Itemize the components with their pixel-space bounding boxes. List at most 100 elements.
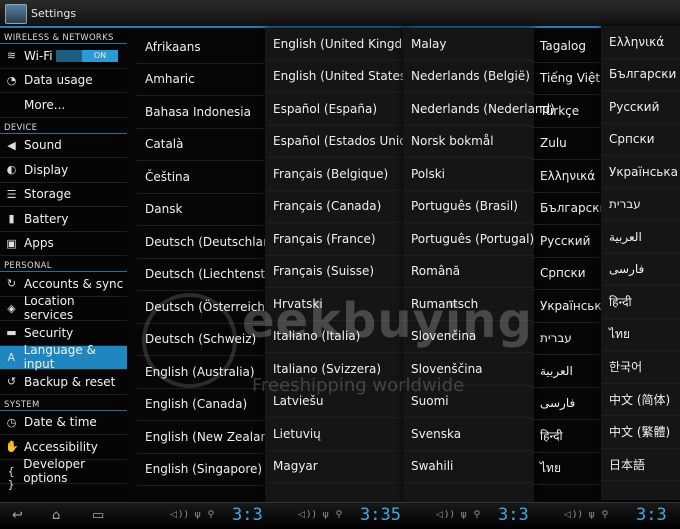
sidebar-item[interactable]: ☰ Storage xyxy=(0,183,127,207)
sidebar-item[interactable]: ◔ Data usage xyxy=(0,69,127,93)
language-option[interactable]: ไทย xyxy=(532,453,605,485)
language-option[interactable]: हिन्दी xyxy=(601,286,680,319)
language-option[interactable]: English (Canada) xyxy=(137,389,271,421)
language-option[interactable]: Română xyxy=(403,256,534,288)
language-option[interactable]: Tagalog xyxy=(532,30,605,63)
language-option[interactable]: Български xyxy=(532,193,607,225)
sidebar-item[interactable]: ✋ Accessibility xyxy=(0,435,127,460)
language-column: Malay Nederlands (België) Nederlands (Nede… xyxy=(403,28,555,502)
sidebar-item[interactable]: ↻ Accounts & sync xyxy=(0,272,127,297)
recent-apps-icon[interactable]: ▭ xyxy=(92,508,104,523)
language-option[interactable]: Deutsch (Österreich) xyxy=(137,291,271,324)
language-option[interactable]: فارسی xyxy=(601,254,680,286)
language-option[interactable]: עברית xyxy=(601,189,680,221)
language-option[interactable]: Magyar xyxy=(265,451,408,483)
language-option[interactable]: Español (España) xyxy=(265,93,408,126)
language-option[interactable]: Български xyxy=(601,59,680,91)
language-option[interactable]: Српски xyxy=(601,124,680,156)
language-option[interactable]: Türkçe xyxy=(532,95,605,128)
language-option[interactable]: Українська xyxy=(601,156,680,189)
language-column: English (United Kingdom) English (United … xyxy=(265,28,426,502)
language-option[interactable]: Suomi xyxy=(403,386,534,418)
sidebar-item[interactable]: ↺ Backup & reset xyxy=(0,370,127,395)
language-option[interactable]: हिन्दी xyxy=(532,420,605,453)
language-option[interactable]: Bahasa Indonesia xyxy=(137,96,271,129)
language-option[interactable]: Zulu xyxy=(532,128,605,160)
sidebar-item[interactable]: ≋ Wi-Fi ON xyxy=(0,44,127,69)
language-option[interactable]: Italiano (Svizzera) xyxy=(265,353,408,386)
language-option[interactable]: English (New Zealand) xyxy=(137,421,280,454)
back-icon[interactable]: ↩ xyxy=(12,508,23,523)
language-option[interactable]: Hrvatski xyxy=(265,288,408,321)
language-option[interactable]: Русский xyxy=(532,225,605,258)
language-option[interactable]: ไทย xyxy=(601,319,680,351)
language-option[interactable]: Français (Belgique) xyxy=(265,158,408,191)
settings-app-icon[interactable] xyxy=(5,4,27,24)
language-option[interactable]: Slovenčina xyxy=(403,321,534,353)
sidebar-item[interactable]: More... xyxy=(0,93,127,118)
language-option[interactable]: Français (Suisse) xyxy=(265,256,408,288)
language-option[interactable]: Swahili xyxy=(403,451,534,483)
language-option[interactable]: Amharic xyxy=(137,64,271,96)
language-option[interactable]: Slovenščina xyxy=(403,353,534,386)
sidebar-item[interactable]: { } Developer options xyxy=(0,457,127,491)
language-option[interactable]: Nederlands (België) xyxy=(403,61,534,93)
language-option[interactable]: Italiano (Italia) xyxy=(265,321,408,353)
language-option[interactable]: Ελληνικά xyxy=(601,26,680,59)
language-option[interactable]: Svenska xyxy=(403,418,534,451)
sidebar-item[interactable]: ◷ Date & time xyxy=(0,411,127,435)
language-option[interactable]: Deutsch (Deutschland) xyxy=(137,226,283,259)
language-option[interactable]: Rumantsch xyxy=(403,288,534,321)
language-option[interactable]: Português (Brasil) xyxy=(403,191,534,223)
home-icon[interactable]: ⌂ xyxy=(52,508,60,523)
language-option[interactable]: Afrikaans xyxy=(137,31,271,64)
language-option[interactable]: Українська xyxy=(532,290,609,323)
language-option[interactable]: Tiếng Việt xyxy=(532,63,605,95)
developer-icon: { } xyxy=(7,464,15,491)
language-option[interactable]: Ελληνικά xyxy=(532,160,605,193)
language-option[interactable]: Deutsch (Liechtenstein) xyxy=(137,259,288,291)
language-option[interactable]: 한국어 xyxy=(601,351,680,384)
wifi-toggle[interactable]: ON xyxy=(56,50,118,62)
language-option[interactable]: Español (Estados Unidos) xyxy=(265,126,425,158)
language-option[interactable]: Latviešu xyxy=(265,386,408,418)
language-option[interactable]: English (Singapore) xyxy=(137,454,271,486)
language-option[interactable]: Русский xyxy=(601,91,680,124)
sidebar-section-header: SYSTEM xyxy=(0,395,127,411)
language-option[interactable]: Lietuvių xyxy=(265,418,408,451)
sidebar-section-header: PERSONAL xyxy=(0,256,127,272)
language-option[interactable]: Polski xyxy=(403,158,534,191)
language-option[interactable]: Čeština xyxy=(137,161,271,194)
language-option[interactable]: Dansk xyxy=(137,194,271,226)
sidebar-item-label: Developer options xyxy=(23,457,85,486)
language-option[interactable]: Français (France) xyxy=(265,223,408,256)
language-option[interactable]: 日本語 xyxy=(601,449,680,481)
language-option[interactable]: 中文 (繁體) xyxy=(601,416,680,449)
sidebar-item[interactable]: ◐ Display xyxy=(0,158,127,183)
language-option[interactable]: Deutsch (Schweiz) xyxy=(137,324,271,356)
language-option[interactable]: עברית xyxy=(532,323,605,355)
sidebar-item[interactable]: ▮ Battery xyxy=(0,207,127,232)
language-option[interactable]: Српски xyxy=(532,258,605,290)
language-option[interactable]: English (United States) xyxy=(265,61,411,93)
language-option[interactable]: فارسی xyxy=(532,388,605,420)
sidebar-item[interactable]: ▬ Security xyxy=(0,321,127,346)
language-option[interactable]: 中文 (简体) xyxy=(601,384,680,416)
language-option[interactable]: Français (Canada) xyxy=(265,191,408,223)
sidebar-item[interactable]: ◈ Location services xyxy=(0,294,127,322)
language-option[interactable]: English (Australia) xyxy=(137,356,271,389)
sidebar-item[interactable]: ▣ Apps xyxy=(0,232,127,256)
language-option[interactable]: Português (Portugal) xyxy=(403,223,534,256)
language-option[interactable]: العربية xyxy=(601,221,680,254)
sidebar-item-label: Accessibility xyxy=(24,439,98,454)
language-option[interactable]: Català xyxy=(137,129,271,161)
language-option[interactable]: العربية xyxy=(532,355,605,388)
sidebar-item[interactable]: A Language & input xyxy=(0,343,127,371)
language-option[interactable]: Malay xyxy=(403,28,534,61)
language-option[interactable]: Norsk bokmål xyxy=(403,126,534,158)
sidebar-item-label: Security xyxy=(24,325,74,340)
language-option[interactable]: English (United Kingdom) xyxy=(265,28,426,61)
battery-icon: ▮ xyxy=(8,212,15,226)
sidebar-item[interactable]: ◀ Sound xyxy=(0,134,127,158)
language-option[interactable]: Nederlands (Nederland) xyxy=(403,93,555,126)
